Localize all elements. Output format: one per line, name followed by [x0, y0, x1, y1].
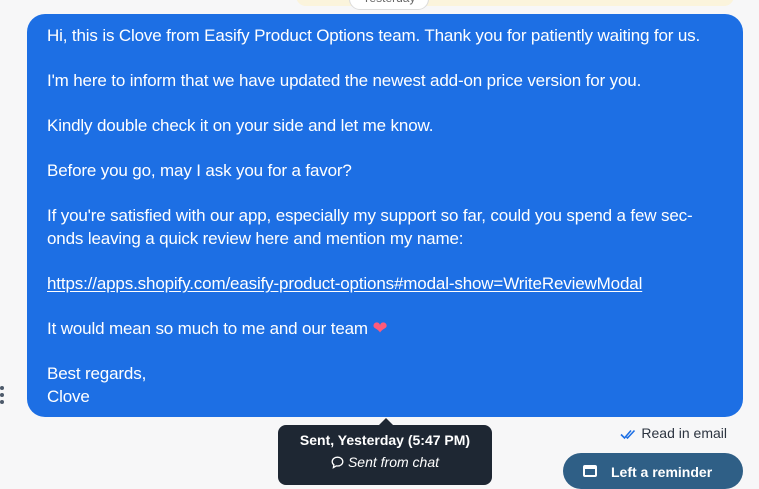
more-options-icon[interactable]	[0, 386, 6, 406]
sent-time: Sent, Yesterday (5:47 PM)	[299, 432, 471, 448]
double-check-icon	[620, 429, 636, 440]
message-signature: Clove	[47, 387, 90, 406]
message-check: Kindly double check it on your side and …	[47, 116, 434, 135]
review-link[interactable]: https://apps.shopify.com/easify-product-…	[47, 274, 642, 293]
message-update: I'm here to inform that we have updated …	[47, 71, 642, 90]
chat-bubble-icon	[331, 456, 344, 469]
sent-channel: Sent from chat	[347, 454, 440, 470]
message-thanks: It would mean so much to me and our team	[47, 319, 368, 338]
message-review-line-2: onds leaving a quick review here and men…	[47, 229, 464, 248]
message-thanks-line: It would mean so much to me and our team…	[47, 317, 723, 340]
calendar-icon	[583, 465, 597, 477]
message-signoff: Best regards,	[47, 364, 147, 383]
heart-icon: ❤	[372, 318, 388, 338]
read-status-label: Read in email	[641, 425, 727, 441]
message-greeting: Hi, this is Clove from Easify Product Op…	[47, 26, 701, 45]
tooltip-arrow	[379, 418, 393, 425]
read-status: Read in email	[620, 424, 727, 442]
sent-channel-line: Sent from chat	[278, 453, 492, 471]
message-bubble: Hi, this is Clove from Easify Product Op…	[27, 14, 743, 417]
message-review-line-1: If you're satisfied with our app, especi…	[47, 206, 693, 225]
message-favor: Before you go, may I ask you for a favor…	[47, 161, 352, 180]
date-separator-label: Yesterday	[349, 0, 429, 10]
left-reminder-button[interactable]: Left a reminder	[563, 453, 743, 489]
sent-info-tooltip: Sent, Yesterday (5:47 PM) Sent from chat	[278, 425, 492, 485]
reminder-label: Left a reminder	[611, 464, 713, 480]
